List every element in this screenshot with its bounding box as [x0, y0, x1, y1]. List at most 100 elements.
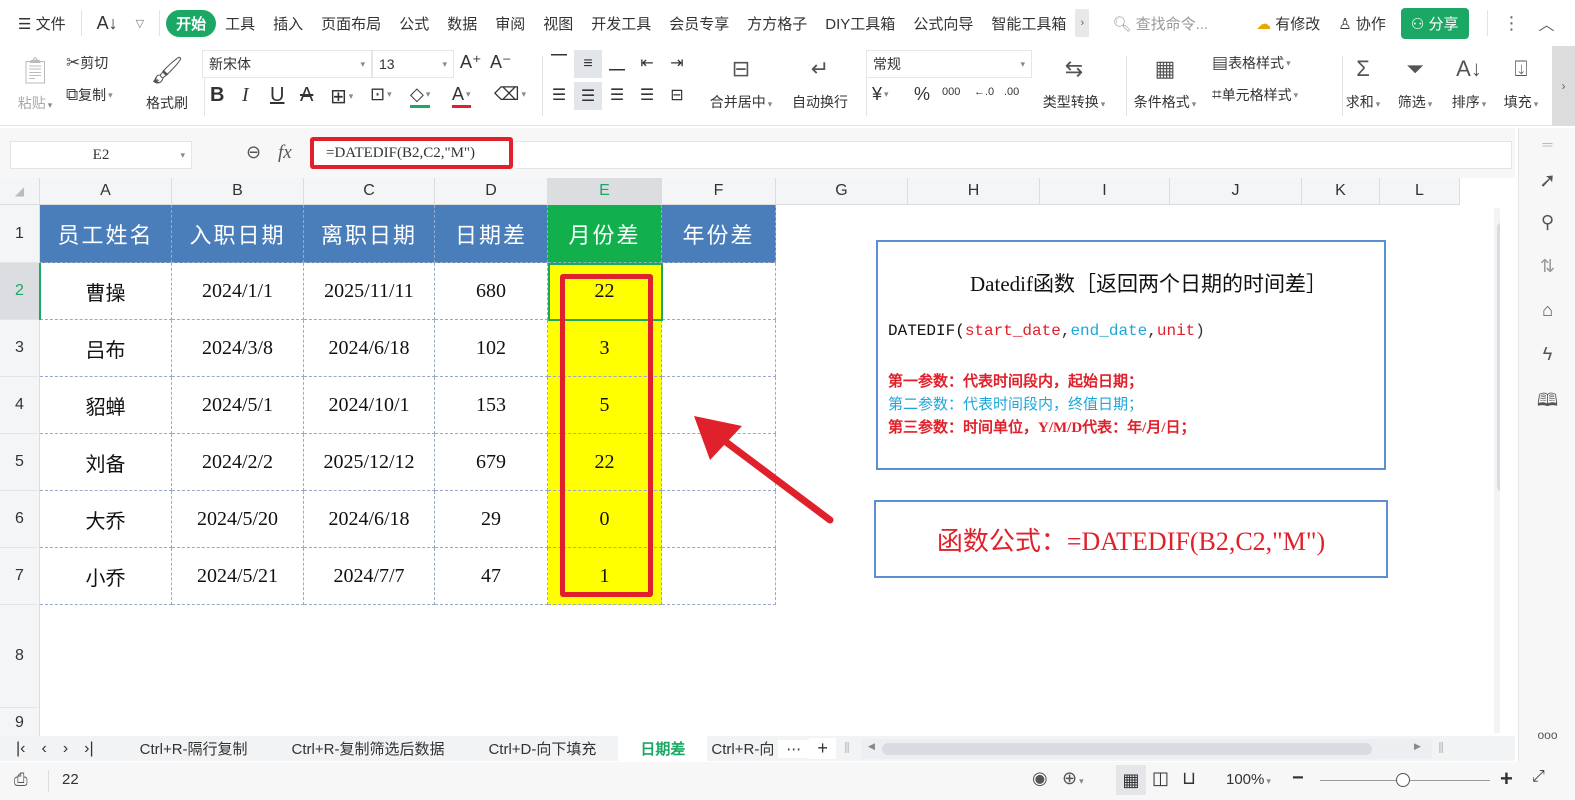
table-cell[interactable]: 貂蝉	[40, 377, 172, 434]
sort-quick-icon[interactable]: A↓	[88, 13, 127, 34]
page-break-view-icon[interactable]: ⊔	[1182, 768, 1196, 789]
share-button[interactable]: ⚇ 分享	[1400, 7, 1469, 39]
column-header-d[interactable]: D	[435, 178, 548, 205]
table-cell[interactable]	[662, 320, 776, 377]
italic-icon[interactable]: I	[242, 84, 249, 107]
tab-data[interactable]: 数据	[438, 13, 486, 34]
table-cell[interactable]: 2024/1/1	[172, 263, 304, 320]
strikethrough-icon[interactable]: A	[300, 84, 313, 107]
lightning-icon[interactable]: ϟ	[1519, 344, 1575, 365]
add-sheet-icon[interactable]: +	[809, 738, 836, 759]
align-left-icon[interactable]: ☰	[546, 82, 572, 108]
settings-sliders-icon[interactable]: ⚲	[1519, 212, 1575, 233]
align-bottom-icon[interactable]: ⎽	[604, 50, 630, 76]
align-right-icon[interactable]: ☰	[604, 82, 630, 108]
next-sheet-icon[interactable]: ›	[55, 740, 76, 758]
row-header-2[interactable]: 2	[0, 263, 40, 320]
font-size-select[interactable]: 13 ▾	[372, 50, 454, 78]
underline-icon[interactable]: U	[270, 84, 284, 107]
file-menu[interactable]: ☰ 文件	[0, 13, 75, 34]
row-header-3[interactable]: 3	[0, 320, 40, 377]
increase-font-icon[interactable]: A⁺	[460, 52, 482, 73]
align-middle-icon[interactable]: ≡	[574, 50, 602, 78]
more-options-icon[interactable]: ⋮	[1494, 13, 1530, 34]
increase-indent-icon[interactable]: ⇥	[664, 50, 690, 76]
horizontal-scrollbar[interactable]: ◀ ▶	[862, 738, 1433, 759]
table-cell[interactable]: 2025/12/12	[304, 434, 435, 491]
sheet-tab-active[interactable]: 日期差	[618, 736, 708, 761]
table-cell[interactable]: 2025/11/11	[304, 263, 435, 320]
tab-smart-toolbox[interactable]: 智能工具箱	[982, 13, 1075, 34]
row-header-5[interactable]: 5	[0, 434, 40, 491]
more-tabs-button[interactable]: ›	[1075, 9, 1090, 37]
table-style-button[interactable]: ▤ 表格样式 ▾	[1212, 52, 1291, 74]
table-cell[interactable]: 679	[435, 434, 548, 491]
tab-page-layout[interactable]: 页面布局	[312, 13, 390, 34]
more-options-icon[interactable]: ooo	[1519, 728, 1575, 742]
prev-sheet-icon[interactable]: ‹	[33, 740, 54, 758]
formula-input-area[interactable]	[515, 141, 1512, 169]
column-header-e[interactable]: E	[548, 178, 662, 205]
freeze-icon[interactable]: ⊕ ▾	[1062, 768, 1084, 789]
tab-formulas[interactable]: 公式	[390, 13, 438, 34]
zoom-in-button[interactable]: +	[1500, 766, 1513, 792]
scroll-down-arrow-icon[interactable]: ▼	[1499, 718, 1500, 727]
ribbon-scroll-right-button[interactable]: ›	[1552, 46, 1575, 126]
column-header-l[interactable]: L	[1380, 178, 1460, 205]
tab-home[interactable]: 开始	[166, 9, 217, 37]
tab-split-handle[interactable]: ‖	[836, 740, 858, 757]
modified-status-button[interactable]: ☁ 有修改	[1247, 13, 1329, 34]
column-header-j[interactable]: J	[1170, 178, 1302, 205]
table-cell[interactable]: 刘备	[40, 434, 172, 491]
zoom-out-button[interactable]: −	[1292, 767, 1304, 790]
formula-textbox[interactable]: 函数公式：=DATEDIF(B2,C2,"M")	[874, 500, 1388, 578]
table-cell[interactable]: 2024/5/1	[172, 377, 304, 434]
column-header-k[interactable]: K	[1302, 178, 1380, 205]
last-sheet-icon[interactable]: ›|	[76, 740, 101, 758]
align-top-icon[interactable]: ⎺	[546, 50, 572, 76]
sheet-tab[interactable]: Ctrl+R-复制筛选后数据	[270, 738, 467, 759]
select-cursor-icon[interactable]: ➚	[1519, 168, 1575, 193]
percent-icon[interactable]: %	[914, 84, 930, 105]
table-cell[interactable]: 2024/6/18	[304, 491, 435, 548]
currency-icon[interactable]: ¥ ▾	[872, 84, 889, 105]
table-cell[interactable]: 153	[435, 377, 548, 434]
collapse-ribbon-icon[interactable]: ︿	[1530, 11, 1564, 35]
table-cell[interactable]: 47	[435, 548, 548, 605]
conditional-format-button[interactable]: ▦ 条件格式 ▾	[1128, 50, 1202, 120]
tab-view[interactable]: 视图	[534, 13, 582, 34]
font-name-select[interactable]: 新宋体 ▾	[202, 50, 372, 78]
table-cell[interactable]: 29	[435, 491, 548, 548]
select-all-corner[interactable]: ◢	[0, 178, 40, 205]
borders-icon[interactable]: ⊞ ▾	[330, 84, 353, 109]
scroll-left-arrow-icon[interactable]: ◀	[868, 741, 875, 752]
thousands-icon[interactable]: 000	[942, 86, 960, 98]
format-painter-button[interactable]: 🖌︎ 格式刷	[140, 50, 194, 120]
cell-style-button[interactable]: ⌗ 单元格样式 ▾	[1212, 84, 1298, 106]
macro-record-icon[interactable]: ⎙	[14, 770, 28, 790]
formula-input[interactable]: =DATEDIF(B2,C2,"M")	[310, 137, 513, 169]
horizontal-scroll-thumb[interactable]	[882, 742, 1373, 755]
table-header-cell[interactable]: 入职日期	[172, 205, 304, 263]
table-cell[interactable]	[662, 263, 776, 320]
transform-icon[interactable]: ⇅	[1519, 256, 1575, 277]
cut-button[interactable]: ✂ 剪切	[66, 52, 108, 74]
tab-review[interactable]: 审阅	[486, 13, 534, 34]
decrease-indent-icon[interactable]: ⇤	[634, 50, 660, 76]
cell-format-icon[interactable]: ⊡ ▾	[370, 84, 392, 105]
column-header-b[interactable]: B	[172, 178, 304, 205]
column-header-a[interactable]: A	[40, 178, 172, 205]
app-store-icon[interactable]: ⌂	[1519, 300, 1575, 321]
scroll-right-arrow-icon[interactable]: ▶	[1414, 741, 1421, 752]
table-cell[interactable]: 2024/3/8	[172, 320, 304, 377]
column-header-f[interactable]: F	[662, 178, 776, 205]
table-cell[interactable]: 曹操	[40, 263, 172, 320]
more-sheets-icon[interactable]: ⋯	[778, 739, 810, 758]
row-header-7[interactable]: 7	[0, 548, 40, 605]
zoom-slider[interactable]	[1320, 773, 1490, 787]
table-header-cell[interactable]: 月份差	[548, 205, 662, 263]
row-header-4[interactable]: 4	[0, 377, 40, 434]
table-cell[interactable]: 小乔	[40, 548, 172, 605]
table-header-cell[interactable]: 员工姓名	[40, 205, 172, 263]
table-cell[interactable]: 2024/7/7	[304, 548, 435, 605]
